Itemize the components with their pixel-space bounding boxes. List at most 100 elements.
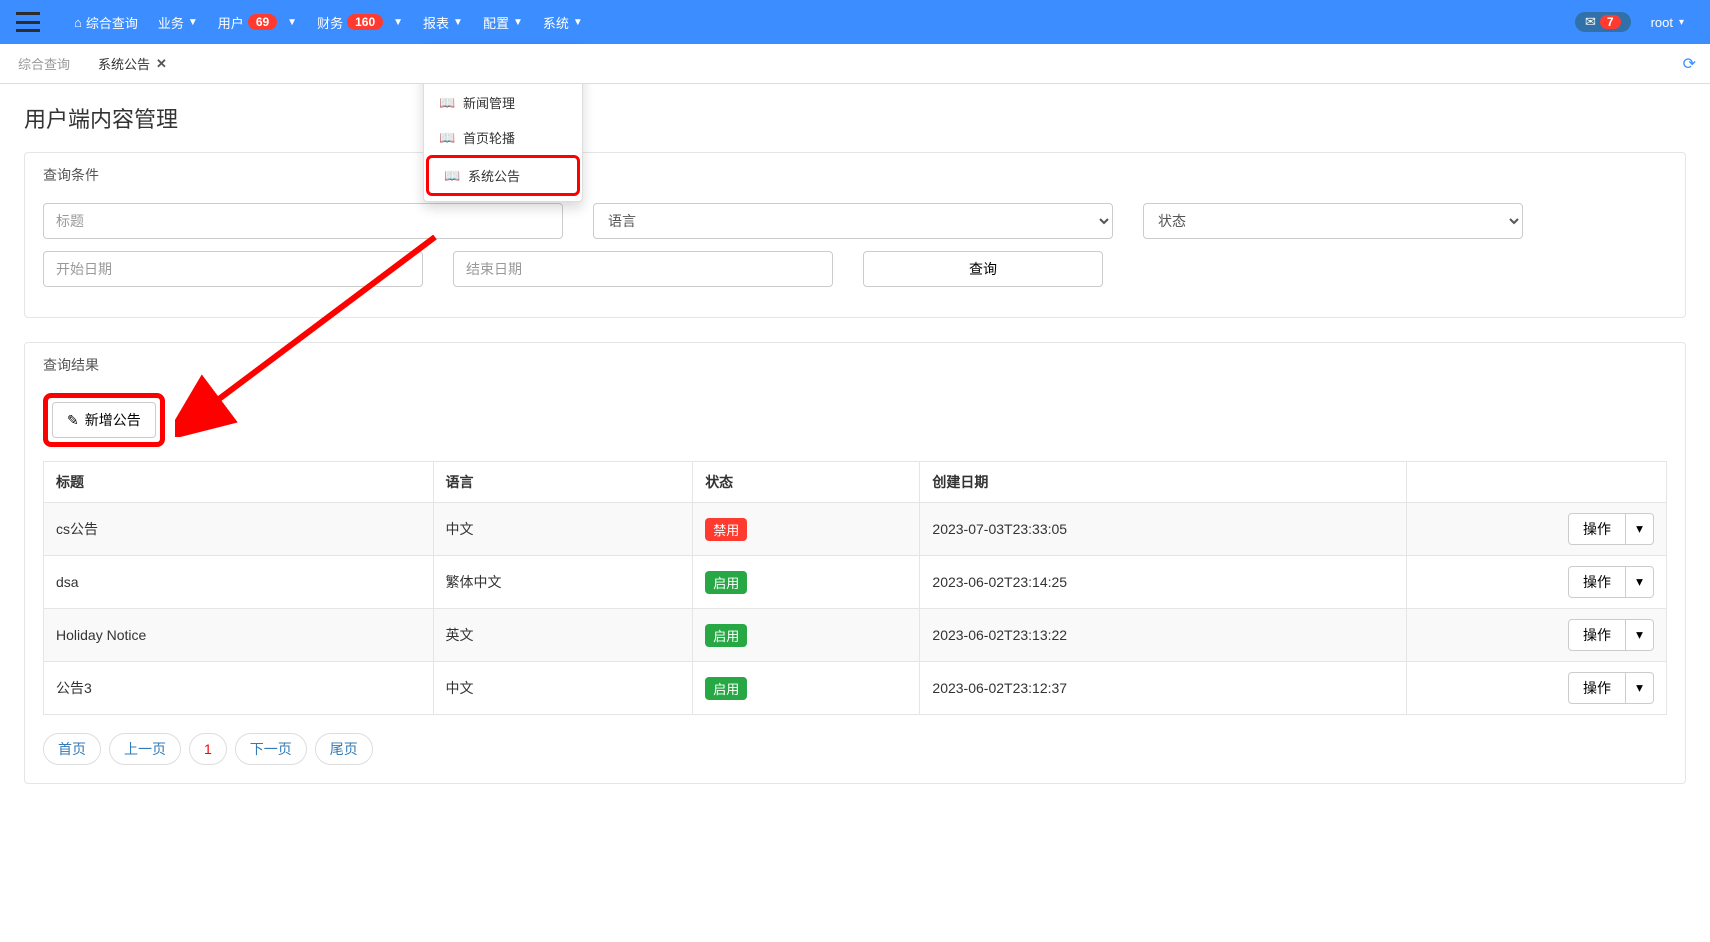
cell-language: 中文	[433, 662, 693, 715]
book-icon: 📖	[444, 168, 460, 184]
cell-action: 操作 ▾	[1407, 503, 1667, 556]
action-dropdown-button[interactable]: ▾	[1626, 566, 1654, 598]
nav-business[interactable]: 业务 ▼	[148, 0, 208, 44]
chat-count: 7	[1600, 15, 1621, 29]
action-dropdown-button[interactable]: ▾	[1626, 513, 1654, 545]
page-prev-button[interactable]: 上一页	[109, 733, 181, 765]
table-row: dsa 繁体中文 启用 2023-06-02T23:14:25 操作 ▾	[44, 556, 1667, 609]
th-status: 状态	[693, 462, 920, 503]
home-icon: ⌂	[74, 15, 82, 30]
end-date-input[interactable]	[453, 251, 833, 287]
action-button[interactable]: 操作	[1568, 513, 1626, 545]
caret-down-icon: ▼	[513, 17, 523, 28]
nav-system-label: 系统	[543, 13, 569, 32]
cell-title: Holiday Notice	[44, 609, 434, 662]
nav-user-label: 用户	[218, 13, 244, 32]
caret-down-icon: ▾	[1679, 17, 1684, 28]
table-row: cs公告 中文 禁用 2023-07-03T23:33:05 操作 ▾	[44, 503, 1667, 556]
status-badge: 启用	[705, 677, 747, 700]
action-button[interactable]: 操作	[1568, 619, 1626, 651]
cell-action: 操作 ▾	[1407, 662, 1667, 715]
caret-down-icon: ▼	[573, 17, 583, 28]
action-button[interactable]: 操作	[1568, 672, 1626, 704]
caret-down-icon: ▾	[1636, 680, 1643, 695]
chat-badge[interactable]: ✉ 7	[1575, 12, 1631, 32]
tab-dashboard-label: 综合查询	[18, 54, 70, 73]
caret-down-icon: ▾	[1636, 627, 1643, 642]
dropdown-item-carousel[interactable]: 📖 首页轮播	[424, 120, 582, 155]
page-title: 用户端内容管理	[24, 102, 1686, 134]
cell-language: 中文	[433, 503, 693, 556]
highlight-annotation: ✎ 新增公告	[43, 393, 165, 447]
cell-action: 操作 ▾	[1407, 556, 1667, 609]
dropdown-news-label: 新闻管理	[463, 93, 515, 112]
caret-down-icon: ▼	[188, 17, 198, 28]
tab-system-announcement[interactable]: 系统公告 ✕	[84, 44, 181, 84]
page-first-button[interactable]: 首页	[43, 733, 101, 765]
caret-down-icon: ▼	[287, 17, 297, 28]
status-badge: 启用	[705, 571, 747, 594]
user-menu-label: root	[1651, 15, 1673, 30]
nav-report-label: 报表	[423, 13, 449, 32]
language-select[interactable]: 语言	[593, 203, 1113, 239]
action-button[interactable]: 操作	[1568, 566, 1626, 598]
pagination: 首页 上一页 1 下一页 尾页	[43, 733, 1667, 765]
th-action	[1407, 462, 1667, 503]
chat-icon: ✉	[1585, 14, 1596, 30]
title-input[interactable]	[43, 203, 563, 239]
cell-title: cs公告	[44, 503, 434, 556]
top-nav: ⌂ 综合查询 业务 ▼ 用户 69 ▼ 财务 160 ▼ 报表 ▼ 配置 ▼ ⊞…	[0, 0, 1710, 44]
nav-config[interactable]: 配置 ▼ ⊞ 汇率配置 📖 新闻管理 📖 首页轮播 📖 系统公告	[473, 0, 533, 44]
page-current[interactable]: 1	[189, 733, 227, 765]
nav-business-label: 业务	[158, 13, 184, 32]
filter-panel-header: 查询条件	[25, 153, 1685, 197]
tab-dashboard[interactable]: 综合查询	[4, 44, 84, 84]
cell-created: 2023-06-02T23:13:22	[920, 609, 1407, 662]
cell-status: 禁用	[693, 503, 920, 556]
nav-finance[interactable]: 财务 160 ▼	[307, 0, 413, 44]
th-created: 创建日期	[920, 462, 1407, 503]
user-menu[interactable]: root ▾	[1641, 0, 1694, 44]
search-button[interactable]: 查询	[863, 251, 1103, 287]
caret-down-icon: ▼	[393, 17, 403, 28]
close-icon[interactable]: ✕	[156, 56, 167, 72]
nav-finance-badge: 160	[347, 14, 383, 30]
cell-action: 操作 ▾	[1407, 609, 1667, 662]
action-dropdown-button[interactable]: ▾	[1626, 619, 1654, 651]
nav-user-badge: 69	[248, 14, 277, 30]
tabs-bar: 综合查询 系统公告 ✕ ⟳	[0, 44, 1710, 84]
result-panel: 查询结果 ✎ 新增公告	[24, 342, 1686, 784]
dropdown-item-news[interactable]: 📖 新闻管理	[424, 85, 582, 120]
page-content: 用户端内容管理 查询条件 语言 状态 查询 查询结果	[0, 84, 1710, 826]
cell-status: 启用	[693, 556, 920, 609]
status-badge: 禁用	[705, 518, 747, 541]
nav-system[interactable]: 系统 ▼	[533, 0, 593, 44]
nav-home-label: 综合查询	[86, 13, 138, 32]
nav-home[interactable]: ⌂ 综合查询	[64, 0, 148, 44]
pencil-icon: ✎	[67, 412, 79, 429]
th-language: 语言	[433, 462, 693, 503]
cell-language: 英文	[433, 609, 693, 662]
dropdown-item-system-announcement[interactable]: 📖 系统公告	[426, 155, 580, 196]
hamburger-menu-icon[interactable]	[16, 12, 40, 32]
action-dropdown-button[interactable]: ▾	[1626, 672, 1654, 704]
nav-finance-label: 财务	[317, 13, 343, 32]
nav-report[interactable]: 报表 ▼	[413, 0, 473, 44]
cell-created: 2023-06-02T23:14:25	[920, 556, 1407, 609]
status-select[interactable]: 状态	[1143, 203, 1523, 239]
add-announcement-button[interactable]: ✎ 新增公告	[52, 402, 156, 438]
book-icon: 📖	[439, 95, 455, 111]
add-button-label: 新增公告	[85, 410, 141, 430]
result-panel-header: 查询结果	[25, 343, 1685, 387]
page-next-button[interactable]: 下一页	[235, 733, 307, 765]
nav-config-label: 配置	[483, 13, 509, 32]
nav-user[interactable]: 用户 69 ▼	[208, 0, 307, 44]
caret-down-icon: ▾	[1636, 521, 1643, 536]
start-date-input[interactable]	[43, 251, 423, 287]
cell-status: 启用	[693, 662, 920, 715]
page-last-button[interactable]: 尾页	[315, 733, 373, 765]
dropdown-announcement-label: 系统公告	[468, 166, 520, 185]
refresh-icon[interactable]: ⟳	[1683, 54, 1696, 74]
cell-created: 2023-06-02T23:12:37	[920, 662, 1407, 715]
cell-status: 启用	[693, 609, 920, 662]
